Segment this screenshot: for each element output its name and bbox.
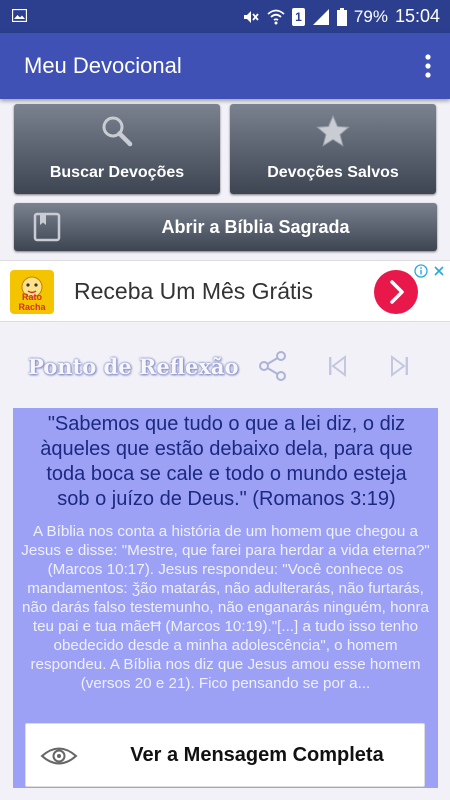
ad-banner[interactable]: Rato Racha Receba Um Mês Grátis — [0, 260, 450, 322]
ad-go-button[interactable] — [374, 270, 418, 314]
devocoes-salvos-label: Devoções Salvos — [267, 164, 399, 181]
skip-next-icon[interactable] — [383, 349, 417, 383]
abrir-biblia-label: Abrir a Bíblia Sagrada — [161, 217, 350, 237]
abrir-biblia-button[interactable]: Abrir a Bíblia Sagrada — [14, 203, 437, 251]
ad-logo: Rato Racha — [10, 270, 54, 314]
sim-icon: 1 — [291, 7, 305, 26]
star-icon — [316, 114, 350, 147]
battery-icon — [336, 7, 347, 26]
search-icon — [102, 116, 133, 147]
clock: 15:04 — [394, 6, 440, 26]
ad-info-icon[interactable] — [414, 264, 428, 278]
ver-mensagem-button[interactable]: Ver a Mensagem Completa — [25, 723, 425, 787]
reflection-title: Ponto de Reflexão — [28, 354, 239, 379]
skip-previous-icon[interactable] — [320, 349, 354, 383]
ver-mensagem-label: Ver a Mensagem Completa — [130, 744, 384, 766]
ad-close-icon[interactable] — [432, 264, 446, 278]
battery-percent: 79% — [353, 6, 388, 26]
app-bar: Meu Devocional — [0, 33, 450, 99]
verse-text: "Sabemos que tudo o que a lei diz, o diz… — [40, 413, 413, 510]
book-icon — [33, 212, 61, 242]
chevron-right-icon — [390, 280, 404, 304]
buscar-devocoes-button[interactable]: Buscar Devoções — [14, 104, 220, 194]
more-vert-icon[interactable] — [420, 53, 436, 79]
eye-icon — [40, 747, 78, 765]
devocoes-salvos-button[interactable]: Devoções Salvos — [230, 104, 436, 194]
share-icon[interactable] — [256, 349, 290, 383]
ad-logo-text: Rato Racha — [18, 292, 46, 312]
image-icon — [12, 9, 27, 22]
mute-icon — [243, 10, 259, 23]
signal-icon — [312, 8, 329, 25]
wifi-icon — [267, 9, 285, 24]
devotional-body: A Bíblia nos conta a história de um home… — [21, 523, 430, 692]
ad-headline[interactable]: Receba Um Mês Grátis — [74, 278, 313, 305]
buscar-devocoes-label: Buscar Devoções — [49, 164, 185, 181]
app-title: Meu Devocional — [24, 53, 182, 78]
status-bar: 1 79% 15:04 — [0, 0, 450, 33]
